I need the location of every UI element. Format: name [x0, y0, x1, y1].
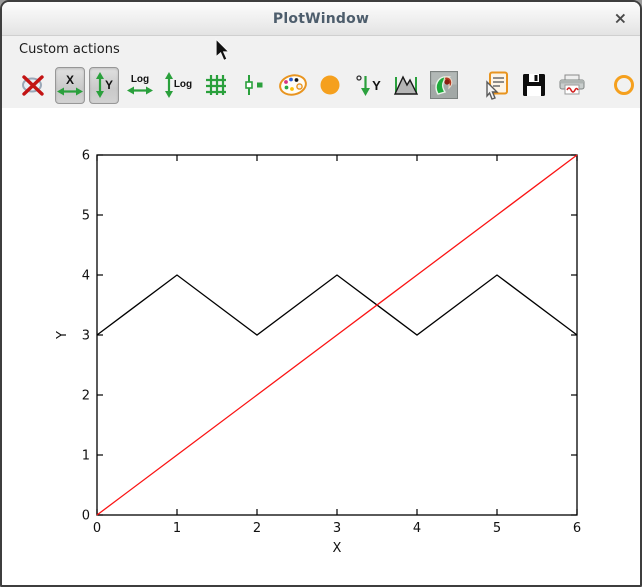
menu-custom-actions[interactable]: Custom actions — [19, 42, 120, 57]
pan-x-button[interactable]: X — [55, 67, 85, 104]
plot-canvas: 0 1 2 3 4 5 6 0 1 2 3 4 5 6 X Y — [2, 108, 640, 587]
log-x-button[interactable]: Log — [125, 66, 155, 104]
autoscale-y-icon — [355, 72, 372, 98]
svg-text:0: 0 — [93, 521, 101, 536]
mountain-icon — [392, 73, 420, 97]
palette-button[interactable] — [277, 66, 307, 104]
clear-zoom-icon — [19, 71, 49, 99]
svg-text:6: 6 — [573, 521, 581, 536]
ring-style-button[interactable] — [609, 66, 639, 104]
plot-window: PlotWindow × Custom actions X — [0, 0, 642, 587]
pan-y-button[interactable]: Y — [89, 67, 119, 104]
save-button[interactable] — [519, 66, 549, 104]
svg-text:3: 3 — [333, 521, 341, 536]
svg-text:1: 1 — [173, 521, 181, 536]
autoscale-y-button[interactable]: Y — [353, 66, 383, 104]
autoscale-y-label: Y — [372, 79, 381, 92]
log-y-label: Log — [174, 80, 192, 90]
copy-clipboard-icon — [481, 70, 511, 100]
svg-text:X: X — [333, 541, 342, 556]
window-title: PlotWindow — [273, 11, 369, 27]
svg-text:2: 2 — [82, 389, 90, 404]
axis-marker-icon — [242, 73, 266, 97]
log-x-label: Log — [131, 75, 149, 85]
svg-text:0: 0 — [82, 509, 90, 524]
axis-marker-button[interactable] — [239, 66, 269, 104]
log-y-icon — [164, 71, 174, 99]
pan-y-icon — [95, 71, 105, 99]
close-button[interactable]: × — [614, 10, 627, 26]
svg-text:5: 5 — [82, 209, 90, 224]
svg-text:1: 1 — [82, 449, 90, 464]
svg-text:4: 4 — [82, 269, 90, 284]
ring-icon — [611, 72, 637, 98]
pan-x-icon — [56, 86, 84, 96]
print-icon — [557, 72, 587, 98]
pan-x-label: X — [66, 74, 74, 86]
colormap-button[interactable] — [429, 66, 459, 104]
colormap-icon — [430, 71, 458, 99]
svg-text:5: 5 — [493, 521, 501, 536]
peaks-button[interactable] — [391, 66, 421, 104]
filled-circle-icon — [318, 73, 342, 97]
pan-y-label: Y — [105, 79, 113, 91]
grid-button[interactable] — [201, 66, 231, 104]
copy-button[interactable] — [481, 66, 511, 104]
palette-icon — [277, 72, 307, 98]
titlebar[interactable]: PlotWindow × — [2, 2, 640, 36]
menubar: Custom actions — [2, 36, 640, 62]
svg-text:2: 2 — [253, 521, 261, 536]
svg-text:4: 4 — [413, 521, 421, 536]
svg-text:3: 3 — [82, 329, 90, 344]
svg-text:Y: Y — [55, 331, 70, 340]
log-x-icon — [126, 85, 154, 95]
log-y-button[interactable]: Log — [163, 66, 193, 104]
filled-dot-button[interactable] — [315, 66, 345, 104]
toolbar: X Y Log — [2, 62, 640, 108]
save-icon — [521, 72, 547, 98]
print-button[interactable] — [557, 66, 587, 104]
plot-area[interactable]: 0 1 2 3 4 5 6 0 1 2 3 4 5 6 X Y — [2, 108, 640, 587]
svg-text:6: 6 — [82, 149, 90, 164]
clear-zoom-button[interactable] — [19, 66, 49, 104]
grid-icon — [203, 72, 229, 98]
